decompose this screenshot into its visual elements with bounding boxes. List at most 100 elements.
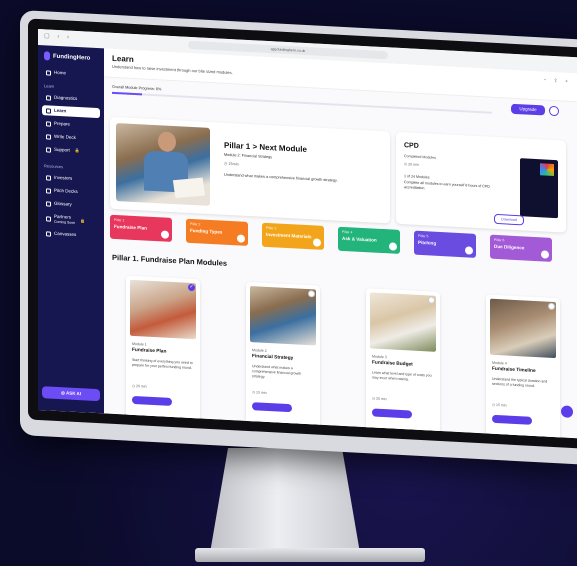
module-card[interactable]: Module 2 Financial Strategy Understand wha…: [246, 281, 320, 431]
sidebar-item-investors[interactable]: Investors: [42, 172, 100, 185]
module-time: ◷ 20 min: [132, 383, 147, 389]
pillar-progress-badge: [465, 246, 473, 255]
investors-icon: [46, 174, 51, 181]
incomplete-icon: [548, 302, 555, 311]
module-start-button[interactable]: [372, 408, 412, 419]
coming-soon-label: Coming Soon: [54, 219, 76, 225]
sidebar-item-label: Pitch Decks: [54, 187, 78, 195]
module-start-button[interactable]: [132, 395, 172, 406]
browser-nav-icons[interactable]: ▢ ‹ ›: [44, 32, 72, 40]
pillar-card[interactable]: Pillar 3 Investment Materials: [262, 222, 324, 250]
module-time: ◷ 15 min: [252, 390, 267, 395]
module-title: Fundraise Budget: [372, 360, 413, 368]
sidebar-item-partners[interactable]: Partners Coming Soon 🔒: [42, 211, 100, 228]
module-start-button[interactable]: [252, 402, 292, 413]
chat-button[interactable]: [561, 405, 573, 418]
incomplete-icon: [428, 296, 435, 304]
cpd-download-button[interactable]: Download: [494, 213, 524, 226]
logo-mark-icon: [44, 51, 50, 61]
sidebar-item-label: Write Deck: [54, 133, 76, 140]
image-figure-head: [158, 131, 176, 153]
next-module-card[interactable]: Pillar 1 > Next Module Module 2: Financi…: [110, 116, 390, 224]
pillar-card[interactable]: Pillar 1 Fundraise Plan: [110, 214, 172, 242]
pillar-title: Pitching: [418, 239, 437, 246]
module-card[interactable]: ✓ Module 1 Fundraise Plan Start thinking of…: [126, 275, 200, 425]
pillar-progress-badge: [541, 250, 549, 259]
header-icons[interactable]: ◔ ⇪ +: [543, 77, 571, 84]
time-value: 20 min: [136, 384, 147, 389]
module-image: [370, 292, 436, 352]
cpd-count: 1 of 24 Modules: [404, 174, 430, 180]
partners-icon: [46, 215, 51, 222]
sidebar-item-diagnostics[interactable]: Diagnostics: [42, 92, 100, 105]
pencil-icon: [46, 133, 51, 140]
pillar-card[interactable]: Pillar 6 Due Diligence: [490, 234, 552, 262]
pillar-number: Pillar 2: [190, 221, 201, 227]
page-subtitle: Understand how to raise investment throu…: [112, 63, 233, 76]
module-description: Understand the typical duration and sect…: [492, 376, 548, 388]
support-icon: [46, 146, 51, 153]
certificate-graphic: [540, 163, 554, 176]
time-value: 15min: [228, 161, 239, 167]
main-content: Learn Understand how to raise investment…: [104, 48, 577, 439]
diagnostics-icon: [46, 94, 51, 101]
ask-ai-button[interactable]: ◎ ASK AI: [42, 386, 100, 402]
monitor-stand: [210, 448, 360, 553]
sidebar-item-write-deck[interactable]: Write Deck: [42, 131, 100, 144]
sidebar-item-home[interactable]: Home: [42, 67, 100, 80]
sidebar-item-glossary[interactable]: Glossary: [42, 198, 100, 211]
app-logo[interactable]: FundingHero: [44, 51, 90, 62]
time-value: 15 min: [256, 390, 267, 395]
module-description: Understand what makes a comprehensive fi…: [252, 364, 302, 379]
module-number: Module 2: [252, 348, 267, 353]
sidebar-item-label: Home: [54, 69, 67, 76]
avatar[interactable]: [549, 105, 559, 117]
pillar-title: Due Diligence: [494, 243, 525, 251]
sidebar-item-label: Glossary: [54, 200, 72, 207]
sidebar-item-label-group: Partners Coming Soon: [54, 213, 75, 225]
sidebar-item-label: Investors: [54, 174, 73, 181]
upgrade-button[interactable]: Upgrade: [511, 103, 545, 116]
module-title: Fundraise Timeline: [492, 366, 536, 375]
sidebar-item-support[interactable]: Support 🔒: [42, 144, 100, 157]
ask-ai-label: ASK AI: [65, 390, 82, 397]
module-card[interactable]: Module 4 Fundraise Timeline Understand the…: [486, 294, 560, 439]
sidebar-item-label: Diagnostics: [54, 94, 78, 102]
screen: ▢ ‹ › app.fundinghero.co.uk FundingHero …: [38, 28, 577, 439]
book-icon: [46, 107, 51, 114]
module-card[interactable]: Module 3 Fundraise Budget Learn what level…: [366, 288, 440, 438]
time-value: 15 min: [496, 402, 507, 408]
next-module-image: [116, 123, 210, 206]
sidebar-item-canvasses[interactable]: Canvasses: [42, 228, 100, 241]
pillar-card[interactable]: Pillar 4 Ask & Valuation: [338, 226, 400, 254]
monitor-base: [195, 548, 425, 562]
module-number: Module 4: [492, 360, 507, 366]
image-paper: [172, 177, 206, 199]
sidebar-item-prepare[interactable]: Prepare: [42, 118, 100, 131]
cpd-title: CPD: [404, 142, 419, 150]
module-image: [250, 286, 316, 346]
pillar-title: Funding Types: [190, 227, 223, 235]
monitor-bezel: ▢ ‹ › app.fundinghero.co.uk FundingHero …: [28, 18, 577, 449]
sidebar-item-learn[interactable]: Learn: [42, 105, 100, 119]
sidebar-item-pitch-decks[interactable]: Pitch Decks: [42, 185, 100, 198]
next-module-description: Understand what makes a comprehensive fi…: [224, 172, 338, 183]
sidebar-section-learn: Learn: [44, 83, 55, 89]
lock-icon: 🔒: [74, 147, 80, 154]
canvas-icon: [46, 230, 51, 237]
progress-label: Overall Module Progress: 8%: [112, 84, 162, 92]
pillar-card[interactable]: Pillar 2 Funding Types: [186, 218, 248, 246]
presentation-icon: [46, 187, 51, 194]
cpd-time: ◷ 20 min: [404, 162, 419, 167]
pillar-number: Pillar 1: [114, 217, 125, 223]
pillar-progress-badge: [313, 238, 321, 247]
sidebar-item-label: Support: [54, 146, 70, 153]
pillar-card[interactable]: Pillar 5 Pitching: [414, 230, 476, 258]
pillar-title: Investment Materials: [266, 231, 312, 240]
module-start-button[interactable]: [492, 414, 532, 425]
module-image: [490, 298, 556, 359]
incomplete-icon: [308, 290, 315, 298]
cpd-certificate-image: [520, 158, 558, 219]
cpd-card: CPD Completed Modules ◷ 20 min 1 of 24 M…: [396, 131, 566, 233]
sidebar-item-label: Learn: [54, 107, 67, 114]
